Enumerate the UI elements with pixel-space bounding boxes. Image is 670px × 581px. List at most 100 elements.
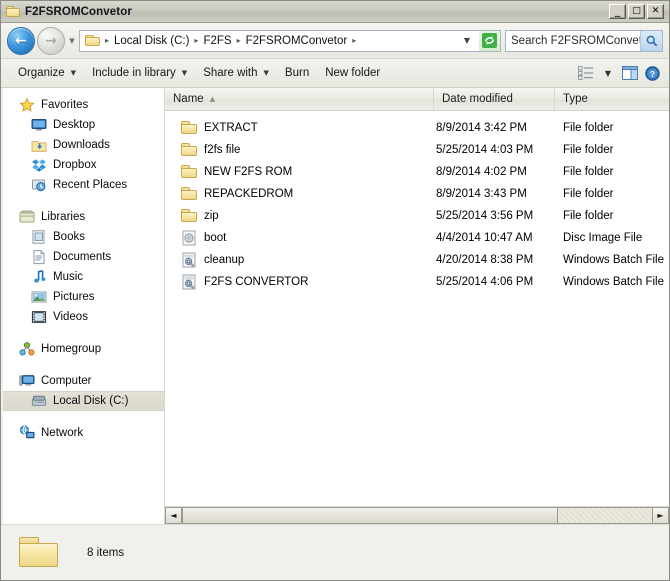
new-folder-button[interactable]: New folder: [317, 62, 388, 84]
breadcrumb-item-1[interactable]: F2FS: [201, 34, 233, 48]
file-name-label: f2fs file: [204, 144, 241, 156]
minimize-button[interactable]: _: [609, 4, 626, 19]
sidebar-group-homegroup-label: Homegroup: [41, 343, 102, 355]
file-name-cell[interactable]: REPACKEDROM: [165, 186, 434, 202]
table-row[interactable]: f2fs file 5/25/2014 4:03 PM File folder: [165, 139, 669, 161]
preview-pane-button[interactable]: [619, 62, 641, 84]
breadcrumb-separator-icon[interactable]: ▸: [191, 36, 201, 45]
column-header-date-modified[interactable]: Date modified: [434, 88, 555, 110]
command-toolbar: Organize ▼ Include in library ▼ Share wi…: [1, 59, 669, 88]
back-button[interactable]: ←: [7, 26, 35, 55]
maximize-button[interactable]: □: [628, 4, 645, 19]
forward-arrow-icon: →: [45, 32, 57, 49]
column-header-date-modified-label: Date modified: [442, 93, 513, 105]
change-view-button[interactable]: [575, 62, 597, 84]
breadcrumb-separator-icon[interactable]: ▸: [234, 36, 244, 45]
breadcrumb[interactable]: ▸ Local Disk (C:) ▸ F2FS ▸ F2FSROMConvet…: [79, 29, 479, 52]
file-name-cell[interactable]: zip: [165, 208, 434, 224]
sidebar-item-dropbox[interactable]: Dropbox: [1, 155, 164, 175]
sidebar-group-libraries[interactable]: Libraries: [1, 207, 164, 227]
breadcrumb-separator-icon: ▸: [105, 36, 110, 45]
item-count-label: 8 items: [87, 546, 125, 559]
sidebar-item-local-disk-c[interactable]: Local Disk (C:): [1, 391, 164, 411]
breadcrumb-separator-icon[interactable]: ▸: [349, 36, 359, 45]
search-box[interactable]: Search F2FSROMConvetor: [505, 29, 663, 52]
sidebar-group-favorites[interactable]: Favorites: [1, 95, 164, 115]
column-header-row: Name ▲ Date modified Type: [165, 88, 669, 111]
file-name-cell[interactable]: NEW F2FS ROM: [165, 164, 434, 180]
folder-icon: [181, 120, 197, 136]
navigation-pane[interactable]: Favorites Desktop Downloads Dropbox Rece…: [1, 88, 165, 524]
sidebar-item-downloads[interactable]: Downloads: [1, 135, 164, 155]
breadcrumb-item-0[interactable]: Local Disk (C:): [112, 34, 191, 48]
refresh-icon: [482, 33, 497, 48]
sidebar-group-homegroup[interactable]: Homegroup: [1, 339, 164, 359]
scrollbar-thumb[interactable]: [182, 508, 558, 523]
window-title: F2FSROMConvetor: [25, 5, 132, 18]
sidebar-item-music-label: Music: [53, 271, 84, 283]
folder-icon: [181, 208, 197, 224]
table-row[interactable]: EXTRACT 8/9/2014 3:42 PM File folder: [165, 117, 669, 139]
breadcrumb-item-2[interactable]: F2FSROMConvetor: [244, 34, 350, 48]
scroll-left-button[interactable]: ◄: [165, 507, 182, 524]
sidebar-group-network[interactable]: Network: [1, 423, 164, 443]
file-name-cell[interactable]: boot: [165, 230, 434, 246]
search-input[interactable]: Search F2FSROMConvetor: [506, 35, 640, 47]
column-header-name[interactable]: Name ▲: [165, 88, 434, 110]
column-header-name-label: Name: [173, 93, 204, 105]
sidebar-item-books[interactable]: Books: [1, 227, 164, 247]
share-with-button[interactable]: Share with ▼: [195, 62, 277, 84]
breadcrumb-folder-icon: [85, 34, 100, 47]
horizontal-scrollbar[interactable]: ◄ ►: [165, 506, 669, 524]
sidebar-item-videos[interactable]: Videos: [1, 307, 164, 327]
sidebar-item-music[interactable]: Music: [1, 267, 164, 287]
forward-button[interactable]: →: [37, 26, 65, 55]
close-button[interactable]: ✕: [647, 4, 664, 19]
books-icon: [31, 229, 47, 245]
breadcrumb-dropdown-icon[interactable]: ▼: [462, 36, 475, 45]
sidebar-item-recent-places[interactable]: Recent Places: [1, 175, 164, 195]
scroll-right-button[interactable]: ►: [652, 507, 669, 524]
sidebar-item-pictures[interactable]: Pictures: [1, 287, 164, 307]
hard-disk-icon: [31, 393, 47, 409]
table-row[interactable]: F2FS CONVERTOR 5/25/2014 4:06 PM Windows…: [165, 271, 669, 293]
file-date-cell: 8/9/2014 3:43 PM: [436, 188, 527, 200]
sidebar-item-local-disk-c-label: Local Disk (C:): [53, 395, 129, 407]
file-name-label: NEW F2FS ROM: [204, 166, 293, 178]
table-row[interactable]: NEW F2FS ROM 8/9/2014 4:02 PM File folde…: [165, 161, 669, 183]
burn-button[interactable]: Burn: [277, 62, 317, 84]
organize-button[interactable]: Organize ▼: [10, 62, 84, 84]
file-name-cell[interactable]: cleanup: [165, 252, 434, 268]
sidebar-item-books-label: Books: [53, 231, 85, 243]
sidebar-group-computer[interactable]: Computer: [1, 371, 164, 391]
search-button[interactable]: [640, 30, 662, 51]
file-name-label: F2FS CONVERTOR: [204, 276, 309, 288]
table-row[interactable]: cleanup 4/20/2014 8:38 PM Windows Batch …: [165, 249, 669, 271]
include-in-library-button[interactable]: Include in library ▼: [84, 62, 195, 84]
sidebar-item-desktop[interactable]: Desktop: [1, 115, 164, 135]
view-dropdown-button[interactable]: ▼: [597, 62, 619, 84]
file-name-cell[interactable]: f2fs file: [165, 142, 434, 158]
file-name-cell[interactable]: EXTRACT: [165, 120, 434, 136]
history-dropdown-button[interactable]: ▼: [65, 37, 79, 45]
pictures-icon: [31, 289, 47, 305]
file-type-cell: File folder: [563, 188, 614, 200]
column-header-type[interactable]: Type: [555, 88, 669, 110]
file-type-cell: Disc Image File: [563, 232, 643, 244]
table-row[interactable]: REPACKEDROM 8/9/2014 3:43 PM File folder: [165, 183, 669, 205]
refresh-button[interactable]: [479, 29, 501, 52]
sidebar-item-documents[interactable]: Documents: [1, 247, 164, 267]
table-row[interactable]: boot 4/4/2014 10:47 AM Disc Image File: [165, 227, 669, 249]
file-list-pane: Name ▲ Date modified Type EXTRACT 8/9/20…: [165, 88, 669, 524]
documents-icon: [31, 249, 47, 265]
help-button[interactable]: ?: [641, 62, 663, 84]
scrollbar-track[interactable]: [182, 507, 652, 524]
dropbox-icon: [31, 157, 47, 173]
sidebar-group-favorites-label: Favorites: [41, 99, 89, 111]
desktop-icon: [31, 117, 47, 133]
sidebar-item-downloads-label: Downloads: [53, 139, 110, 151]
column-header-type-label: Type: [563, 93, 588, 105]
table-row[interactable]: zip 5/25/2014 3:56 PM File folder: [165, 205, 669, 227]
file-name-cell[interactable]: F2FS CONVERTOR: [165, 274, 434, 290]
